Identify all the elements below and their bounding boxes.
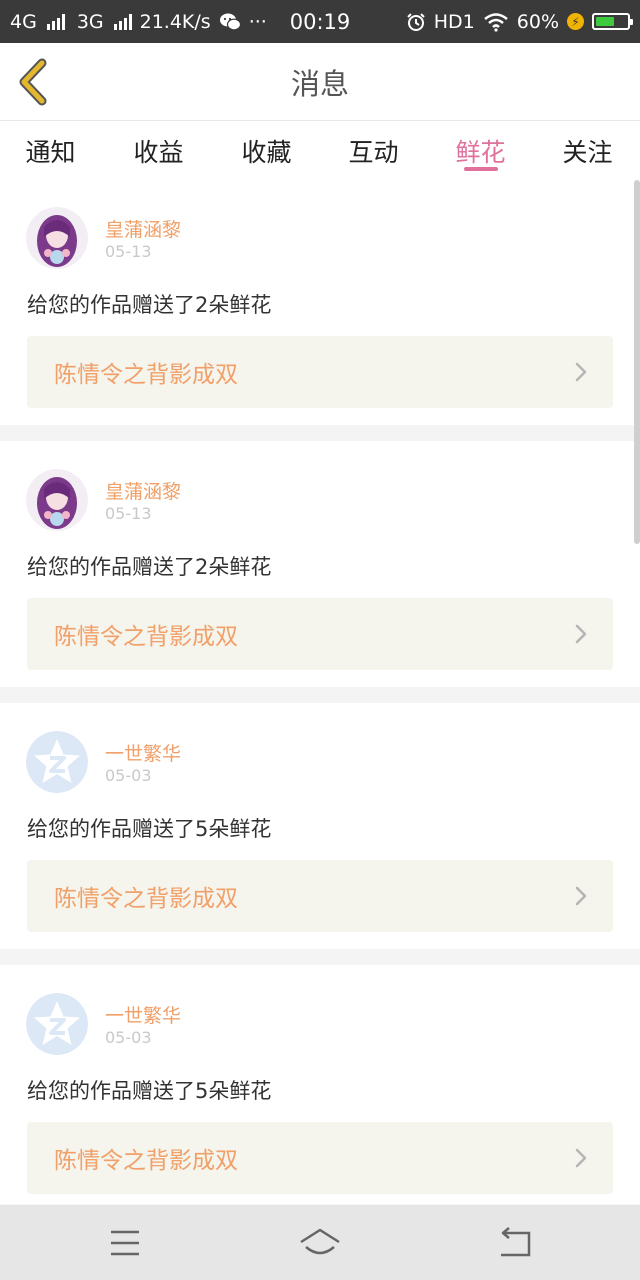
message-list[interactable]: 皇蒲涵黎 05-13 给您的作品赠送了2朵鲜花 陈情令之背影成双 皇蒲涵黎 05…	[0, 179, 640, 1204]
message-text: 给您的作品赠送了5朵鲜花	[27, 817, 272, 841]
title-bar: 消息	[0, 43, 640, 120]
list-item: 一世繁华 05-03 给您的作品赠送了5朵鲜花 陈情令之背影成双	[0, 965, 640, 1204]
battery-icon	[592, 13, 633, 30]
battery-fill	[596, 17, 614, 26]
tab-flowers[interactable]: 鲜花	[427, 121, 534, 179]
tab-bar: 通知 收益 收藏 互动 鲜花 关注	[0, 121, 640, 179]
work-title: 陈情令之背影成双	[54, 362, 238, 388]
status-right: HD1 60% ⚡	[406, 0, 633, 43]
message-date: 05-03	[105, 1028, 152, 1047]
girl-avatar-icon[interactable]	[26, 469, 88, 531]
girl-avatar-icon[interactable]	[26, 207, 88, 269]
list-item: 皇蒲涵黎 05-13 给您的作品赠送了2朵鲜花 陈情令之背影成双	[0, 441, 640, 687]
tab-follows[interactable]: 关注	[534, 121, 640, 179]
work-link[interactable]: 陈情令之背影成双	[27, 336, 613, 408]
chevron-right-icon	[575, 1148, 587, 1168]
scrollbar[interactable]	[634, 180, 640, 544]
user-name[interactable]: 皇蒲涵黎	[105, 215, 181, 242]
work-link[interactable]: 陈情令之背影成双	[27, 860, 613, 932]
message-text: 给您的作品赠送了5朵鲜花	[27, 1079, 272, 1103]
tab-label: 收藏	[241, 138, 292, 167]
charging-icon: ⚡	[567, 13, 584, 30]
chevron-right-icon	[575, 362, 587, 382]
qq-star-avatar-icon[interactable]	[26, 993, 88, 1055]
work-title: 陈情令之背影成双	[54, 1148, 238, 1174]
hd-label: HD1	[433, 10, 475, 33]
menu-icon[interactable]	[103, 1221, 147, 1265]
message-text: 给您的作品赠送了2朵鲜花	[27, 555, 272, 579]
battery-percent: 60%	[516, 10, 559, 33]
tab-favorites[interactable]: 收藏	[213, 121, 320, 179]
tab-label: 关注	[562, 138, 613, 167]
message-date: 05-13	[105, 242, 152, 261]
work-link[interactable]: 陈情令之背影成双	[27, 1122, 613, 1194]
tab-label: 鲜花	[455, 138, 506, 167]
tab-earnings[interactable]: 收益	[105, 121, 212, 179]
alarm-icon	[407, 12, 425, 31]
list-item: 一世繁华 05-03 给您的作品赠送了5朵鲜花 陈情令之背影成双	[0, 703, 640, 949]
work-link[interactable]: 陈情令之背影成双	[27, 598, 613, 670]
active-tab-indicator	[464, 167, 498, 171]
page-title: 消息	[290, 66, 349, 101]
back-icon[interactable]	[493, 1221, 537, 1265]
list-item: 皇蒲涵黎 05-13 给您的作品赠送了2朵鲜花 陈情令之背影成双	[0, 179, 640, 425]
tab-label: 通知	[25, 138, 76, 167]
tab-interactions[interactable]: 互动	[320, 121, 427, 179]
user-name[interactable]: 皇蒲涵黎	[105, 477, 181, 504]
chevron-right-icon	[575, 624, 587, 644]
user-name[interactable]: 一世繁华	[105, 1001, 181, 1028]
qq-star-avatar-icon[interactable]	[26, 731, 88, 793]
status-bar: 4G 3G 21.4K/s ··· 00:19 HD1 60% ⚡	[0, 0, 640, 43]
wifi-icon	[483, 12, 508, 32]
message-date: 05-13	[105, 504, 152, 523]
tab-notifications[interactable]: 通知	[0, 121, 104, 179]
message-date: 05-03	[105, 766, 152, 785]
user-name[interactable]: 一世繁华	[105, 739, 181, 766]
message-text: 给您的作品赠送了2朵鲜花	[27, 293, 272, 317]
work-title: 陈情令之背影成双	[54, 624, 238, 650]
chevron-right-icon	[575, 886, 587, 906]
system-nav-bar	[0, 1205, 640, 1280]
tab-label: 收益	[133, 138, 184, 167]
work-title: 陈情令之背影成双	[54, 886, 238, 912]
tab-label: 互动	[348, 138, 399, 167]
home-icon[interactable]	[298, 1221, 342, 1265]
